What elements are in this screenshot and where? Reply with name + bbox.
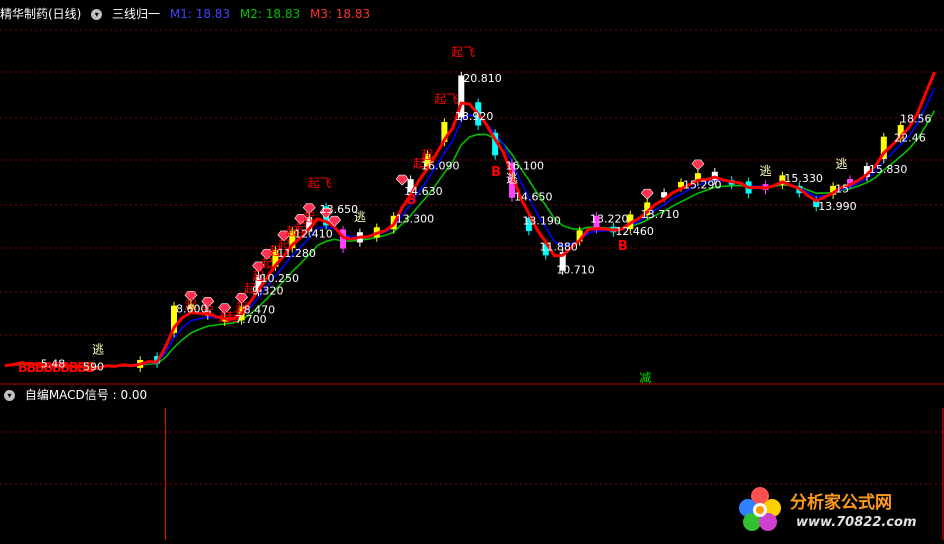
b-signal: B — [618, 239, 628, 254]
qifei-signal: 起飞 — [308, 176, 332, 190]
price-label: 15.330 — [784, 172, 823, 185]
price-label: 16.100 — [506, 159, 545, 172]
price-label: 13.220 — [590, 213, 629, 226]
price-label: 13.710 — [641, 208, 680, 221]
price-label: 9.320 — [252, 285, 283, 298]
qi-signal: 起 — [303, 211, 315, 225]
qifei-signal: 起飞 — [434, 92, 458, 106]
price-label: 20.810 — [463, 72, 502, 85]
price-label: 13.990 — [818, 200, 857, 213]
price-label: 18.56 — [900, 112, 932, 125]
stock-name: 精华制药(日线) — [0, 7, 82, 21]
price-label: 18.920 — [455, 110, 494, 123]
price-label: 12.410 — [294, 228, 333, 241]
reduce-signal: 减 — [639, 371, 651, 385]
price-label: 10.250 — [261, 272, 300, 285]
price-label: 13.650 — [320, 203, 359, 216]
escape-signal: 逃 — [92, 342, 104, 356]
macd-signal-label: 自编MACD信号 : 0.00 — [24, 388, 148, 402]
price-label: 590 — [83, 360, 104, 373]
subpanel-toggle-icon[interactable]: ▾ — [4, 390, 15, 401]
indicator-name: 三线归一 — [112, 7, 161, 21]
price-label: 11.280 — [277, 247, 316, 260]
escape-signal: 逃 — [506, 172, 518, 186]
escape-signal: 逃 — [836, 157, 848, 171]
watermark-brand: 分析家公式网 — [790, 493, 892, 513]
price-label: 5.48 — [41, 357, 66, 370]
candlesticks — [137, 71, 904, 373]
price-chart[interactable]: 起起起起起起起起起起起起起起起起飞起飞起飞BBBBBBBBBBBB逃逃逃逃逃减 … — [0, 0, 944, 540]
price-label: 15.830 — [869, 163, 908, 176]
price-label: 8.470 — [244, 303, 276, 316]
m1-line — [4, 87, 936, 369]
escape-signal: 逃 — [760, 164, 772, 178]
qi-signal: 起 — [261, 256, 273, 270]
price-label: 12.460 — [615, 225, 654, 238]
indicator-toggle-icon[interactable]: ▾ — [91, 9, 103, 20]
price-label: 11.880 — [539, 240, 578, 253]
m2-value: M2: 18.83 — [239, 7, 301, 21]
price-label: 14.630 — [404, 185, 443, 198]
diamond-icon — [640, 188, 654, 200]
price-label: 13.190 — [522, 215, 561, 228]
chart-stage[interactable]: 起起起起起起起起起起起起起起起起飞 起飞 起飞 B B B B B B B B B B B B 逃逃逃逃逃减 … — [0, 0, 944, 540]
qifei-signal: 起飞 — [451, 45, 475, 59]
price-label: 15 — [835, 183, 849, 196]
price-label: 22.46 — [894, 131, 926, 144]
price-label: 8.600 — [176, 302, 208, 315]
m1-value: M1: 18.83 — [169, 7, 231, 21]
watermark-logo: 分析家公式网 www.70822.com — [738, 482, 944, 540]
m3-value: M3: 18.83 — [309, 7, 371, 21]
price-label: 16.090 — [421, 160, 460, 173]
diamond-icon — [691, 159, 705, 171]
main-panel-header: 精华制药(日线) ▾ 三线归一 M1: 18.83 M2: 18.83 M3: … — [0, 5, 376, 23]
diamond-icon — [395, 174, 409, 186]
m2-line — [4, 110, 936, 368]
price-label: 10.710 — [556, 263, 595, 276]
price-label: 13.300 — [396, 213, 435, 226]
watermark-url: www.70822.com — [796, 515, 917, 530]
price-label: 15.290 — [683, 179, 722, 192]
price-label: 14.650 — [514, 191, 553, 204]
b-signal: B — [491, 165, 501, 180]
m2-polyline — [4, 110, 936, 368]
sub-panel-header: ▾ 自编MACD信号 : 0.00 — [0, 386, 153, 404]
grid-lines — [0, 29, 944, 485]
m1-polyline — [4, 87, 936, 369]
